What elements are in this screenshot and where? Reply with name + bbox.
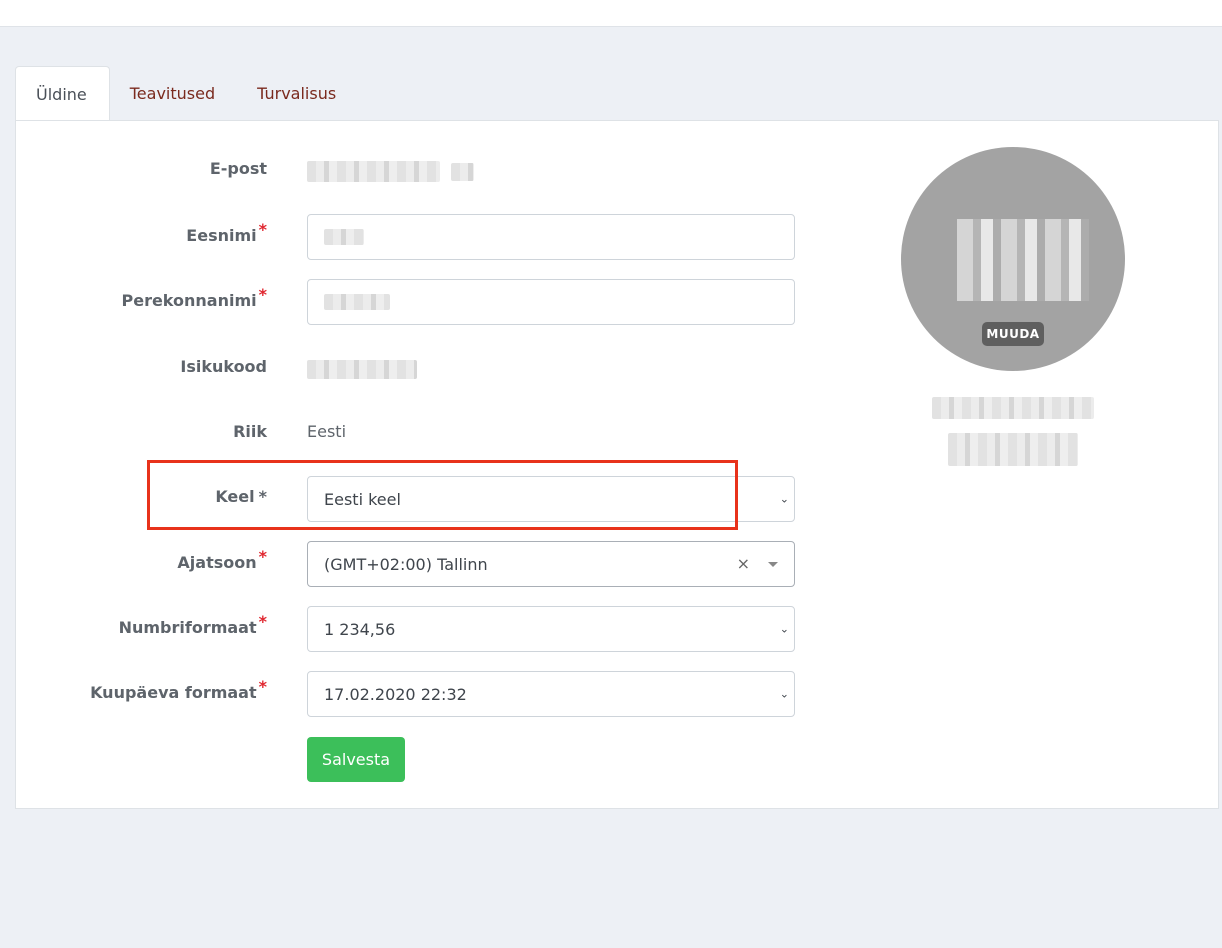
top-bar [0,0,1222,27]
chevron-down-icon: ⌄ [779,687,789,701]
last-name-label: Perekonnanimi * [121,285,267,310]
chevron-down-icon: ⌄ [779,492,789,506]
language-label: Keel * [215,487,267,506]
user-info-redacted [948,433,1078,466]
first-name-redacted [324,229,364,245]
change-avatar-button[interactable]: MUUDA [982,322,1044,346]
chevron-down-icon: ⌄ [779,622,789,636]
settings-tabs: Üldine Teavitused Turvalisus [15,66,358,122]
country-label: Riik [233,422,267,441]
personal-code-label: Isikukood [180,357,267,376]
personal-code-redacted [307,360,417,379]
number-format-label: Numbriformaat * [118,612,267,637]
timezone-label: Ajatsoon * [177,547,267,572]
language-select[interactable]: Eesti keel ⌄ [307,476,795,522]
dropdown-arrow-icon[interactable] [768,562,778,567]
avatar-initials-redacted [957,219,1089,301]
clear-icon[interactable]: × [737,554,750,573]
timezone-select-value: (GMT+02:00) Tallinn [324,554,488,574]
tab-notifications[interactable]: Teavitused [110,66,237,121]
last-name-redacted [324,294,390,310]
last-name-field[interactable] [307,279,795,325]
date-format-select-value: 17.02.2020 22:32 [324,684,467,704]
email-domain-redacted [451,163,474,181]
first-name-field[interactable] [307,214,795,260]
email-value-redacted [307,161,440,182]
save-button[interactable]: Salvesta [307,737,405,782]
avatar[interactable]: MUUDA [901,147,1125,371]
first-name-label: Eesnimi * [186,220,267,245]
number-format-select-value: 1 234,56 [324,619,396,639]
email-label: E-post [209,159,267,178]
tab-general[interactable]: Üldine [15,66,110,122]
date-format-select[interactable]: 17.02.2020 22:32 ⌄ [307,671,795,717]
country-value: Eesti [307,422,347,441]
timezone-select[interactable]: (GMT+02:00) Tallinn × [307,541,795,587]
tab-security[interactable]: Turvalisus [237,66,358,121]
language-select-value: Eesti keel [324,489,401,509]
date-format-label: Kuupäeva formaat * [90,677,267,702]
number-format-select[interactable]: 1 234,56 ⌄ [307,606,795,652]
user-name-redacted [932,397,1094,419]
